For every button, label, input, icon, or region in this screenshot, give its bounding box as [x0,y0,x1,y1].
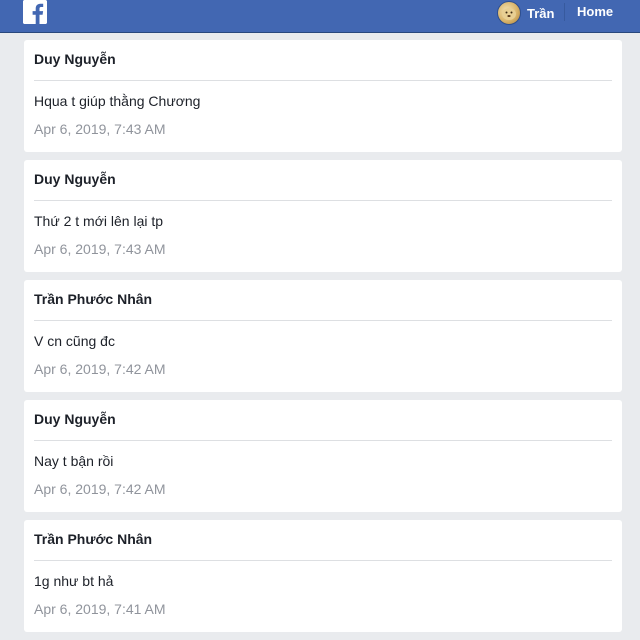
message-card: Duy Nguyễn Thứ 2 t mới lên lại tp Apr 6,… [24,160,622,272]
card-divider [34,560,612,561]
user-name[interactable]: Trần [527,6,554,21]
message-list: Duy Nguyễn Hqua t giúp thằng Chương Apr … [24,40,622,640]
message-timestamp: Apr 6, 2019, 7:41 AM [34,601,166,617]
user-profile-link[interactable]: Trần [497,1,554,25]
message-card: Duy Nguyễn Hqua t giúp thằng Chương Apr … [24,40,622,152]
avatar[interactable] [497,1,521,25]
message-author: Duy Nguyễn [34,411,116,427]
message-text: Nay t bận rồi [34,453,114,469]
card-divider [34,80,612,81]
top-navigation-bar: Trần Home [0,0,640,33]
message-author: Trần Phước Nhân [34,531,153,547]
message-text: Thứ 2 t mới lên lại tp [34,213,164,229]
message-text: V cn cũng đc [34,333,115,349]
home-link[interactable]: Home [577,4,613,19]
message-card: Duy Nguyễn Nay t bận rồi Apr 6, 2019, 7:… [24,400,622,512]
nav-divider [564,3,565,21]
message-text: Hqua t giúp thằng Chương [34,93,201,109]
message-timestamp: Apr 6, 2019, 7:43 AM [34,121,166,137]
message-timestamp: Apr 6, 2019, 7:42 AM [34,361,166,377]
card-divider [34,320,612,321]
message-card: Trần Phước Nhân 1g như bt hả Apr 6, 2019… [24,520,622,632]
facebook-logo-icon[interactable] [23,0,47,24]
message-timestamp: Apr 6, 2019, 7:42 AM [34,481,166,497]
card-divider [34,440,612,441]
message-card: Trần Phước Nhân V cn cũng đc Apr 6, 2019… [24,280,622,392]
message-timestamp: Apr 6, 2019, 7:43 AM [34,241,166,257]
message-text: 1g như bt hả [34,573,114,589]
card-divider [34,200,612,201]
message-author: Duy Nguyễn [34,51,116,67]
message-author: Duy Nguyễn [34,171,116,187]
message-author: Trần Phước Nhân [34,291,153,307]
